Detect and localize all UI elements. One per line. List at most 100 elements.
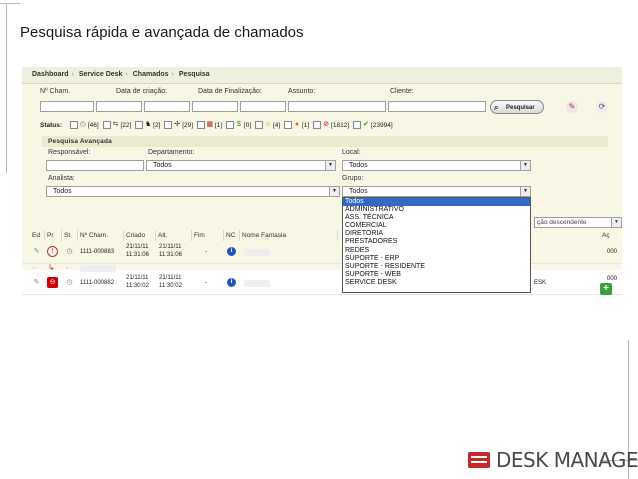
group-option[interactable]: DIRETORIA — [343, 230, 530, 238]
local-select[interactable]: Todos ▼ — [342, 160, 531, 171]
status-checkbox-7[interactable] — [254, 121, 263, 130]
col-fim[interactable]: Fim — [192, 230, 224, 241]
edit-icon[interactable]: ✎ — [31, 246, 42, 257]
col-st[interactable]: St — [62, 230, 78, 241]
status-checkbox-10[interactable] — [352, 121, 361, 130]
group-option[interactable]: SUPORTE - WEB — [343, 271, 530, 279]
alert-icon: ● — [294, 121, 300, 129]
status-count-10: [23994] — [370, 122, 393, 129]
created-time: 11:30:02 — [126, 283, 149, 289]
col-ed[interactable]: Ed — [30, 230, 45, 241]
advanced-search-header[interactable]: Pesquisa Avançada — [42, 136, 608, 147]
group-option[interactable]: ASS. TÉCNICA — [343, 214, 530, 222]
group-option[interactable]: REDES — [343, 247, 530, 255]
alt-time: 11:30:02 — [159, 283, 182, 289]
group-option[interactable]: COMERCIAL — [343, 222, 530, 230]
blocked-icon: ⊖ — [47, 277, 58, 288]
subject-input[interactable] — [288, 101, 386, 112]
group-value: Todos — [349, 188, 368, 195]
order-select[interactable]: ção descendente ▼ — [534, 217, 622, 228]
table-row[interactable]: ✎ ! ◷ 1111-000883 21/11/11 11:31:06 21/1… — [22, 243, 622, 264]
status-checkbox-3[interactable] — [135, 121, 144, 130]
col-nome-fantasia[interactable]: Nome Fantasia — [240, 230, 338, 241]
chevron-down-icon: ▼ — [520, 187, 530, 196]
status-count-6: [0] — [243, 122, 252, 129]
client-input[interactable] — [388, 101, 486, 112]
status-count-7: [4] — [272, 122, 281, 129]
col-num[interactable]: Nº Cham. — [78, 230, 124, 241]
breadcrumb-chamados[interactable]: Chamados — [133, 71, 169, 78]
created-date: 21/11/11 — [126, 275, 149, 281]
analyst-select[interactable]: Todos ▼ — [46, 186, 340, 197]
status-count-8: [1] — [302, 122, 310, 129]
status-checkbox-1[interactable] — [69, 121, 78, 130]
add-ticket-button[interactable]: + — [600, 283, 612, 295]
edit-icon[interactable]: ✎ — [31, 277, 42, 288]
clock-icon: ◷ — [66, 248, 73, 255]
breadcrumb-service-desk[interactable]: Service Desk — [79, 71, 123, 78]
breadcrumb-pesquisa: Pesquisa — [178, 71, 210, 78]
alt-date: 21/11/11 — [159, 244, 182, 250]
row-tail: 000 — [607, 276, 618, 282]
row-desk-tail: ESK — [534, 280, 547, 286]
group-select[interactable]: Todos ▼ — [342, 186, 531, 197]
created-from-input[interactable] — [96, 101, 142, 112]
group-dropdown-list: Todos ADMINISTRATIVO ASS. TÉCNICA COMERC… — [342, 197, 531, 293]
status-checkbox-5[interactable] — [196, 121, 205, 130]
status-checkbox-9[interactable] — [313, 121, 322, 130]
breadcrumb: Dashboard › Service Desk › Chamados › Pesqu… — [22, 67, 622, 84]
responsible-label: Responsável: — [48, 149, 91, 156]
alt-time: 11:31:06 — [159, 252, 182, 258]
col-created[interactable]: Criado — [124, 230, 156, 241]
redacted-name — [244, 280, 270, 287]
smiley-icon: ☺ — [264, 121, 272, 129]
tools-icon[interactable]: ✎ — [566, 101, 578, 113]
info-icon[interactable]: i — [227, 247, 236, 256]
reply-icon[interactable]: ↳ — [48, 264, 55, 272]
department-value: Todos — [153, 162, 172, 169]
info-icon[interactable]: i — [227, 278, 236, 287]
slide-title: Pesquisa rápida e avançada de chamados — [20, 24, 304, 41]
group-option[interactable]: SUPORTE - ERP — [343, 255, 530, 263]
refresh-icon[interactable]: ⟳ — [596, 101, 608, 113]
group-option[interactable]: SUPORTE - RESIDENTE — [343, 263, 530, 271]
breadcrumb-dashboard[interactable]: Dashboard — [32, 71, 69, 78]
num-label: Nº Cham. — [40, 88, 71, 95]
created-to-input[interactable] — [144, 101, 190, 112]
chevron-down-icon: ▼ — [329, 187, 339, 196]
status-count-4: [29] — [182, 122, 194, 129]
order-value: ção descendente — [537, 219, 587, 226]
group-option[interactable]: Todos — [343, 198, 530, 207]
col-alt[interactable]: Alt. — [156, 230, 192, 241]
group-option[interactable]: SERVICE DESK — [343, 279, 530, 287]
finished-to-input[interactable] — [240, 101, 286, 112]
status-checkbox-4[interactable] — [164, 121, 173, 130]
cancel-icon: ⊘ — [323, 121, 329, 129]
status-checkbox-6[interactable] — [225, 121, 234, 130]
money-icon: $ — [236, 121, 241, 129]
ticket-number[interactable]: 1111-000882 — [80, 280, 114, 287]
chevron-down-icon: ▼ — [520, 161, 530, 170]
status-count-5: [1] — [214, 122, 223, 129]
calendar-icon: ▦ — [206, 121, 214, 129]
status-checkbox-8[interactable] — [284, 121, 292, 130]
clock-icon: ◷ — [79, 121, 86, 129]
department-select[interactable]: Todos ▼ — [146, 160, 336, 171]
num-input[interactable] — [40, 101, 94, 112]
redacted-name — [244, 249, 270, 256]
group-option[interactable]: PRESTADORES — [343, 238, 530, 246]
redacted-detail — [80, 265, 116, 272]
col-acoes: Aç — [602, 232, 610, 239]
col-nc[interactable]: NC — [224, 230, 240, 241]
search-button[interactable]: ⌕ Pesquisar — [490, 100, 544, 114]
finished-label: Data de Finalização: — [198, 88, 262, 95]
finished-from-input[interactable] — [192, 101, 238, 112]
col-pr[interactable]: Pr — [45, 230, 62, 241]
table-row[interactable]: ✎ ⊖ ◷ 1111-000882 21/11/11 11:30:02 21/1… — [22, 274, 622, 295]
status-count-2: [22] — [120, 122, 132, 129]
responsible-input[interactable] — [46, 160, 144, 171]
running-icon: ✢ — [174, 121, 181, 129]
status-checkbox-2[interactable] — [102, 121, 111, 130]
ticket-number[interactable]: 1111-000883 — [80, 249, 114, 256]
group-option[interactable]: ADMINISTRATIVO — [343, 206, 530, 214]
